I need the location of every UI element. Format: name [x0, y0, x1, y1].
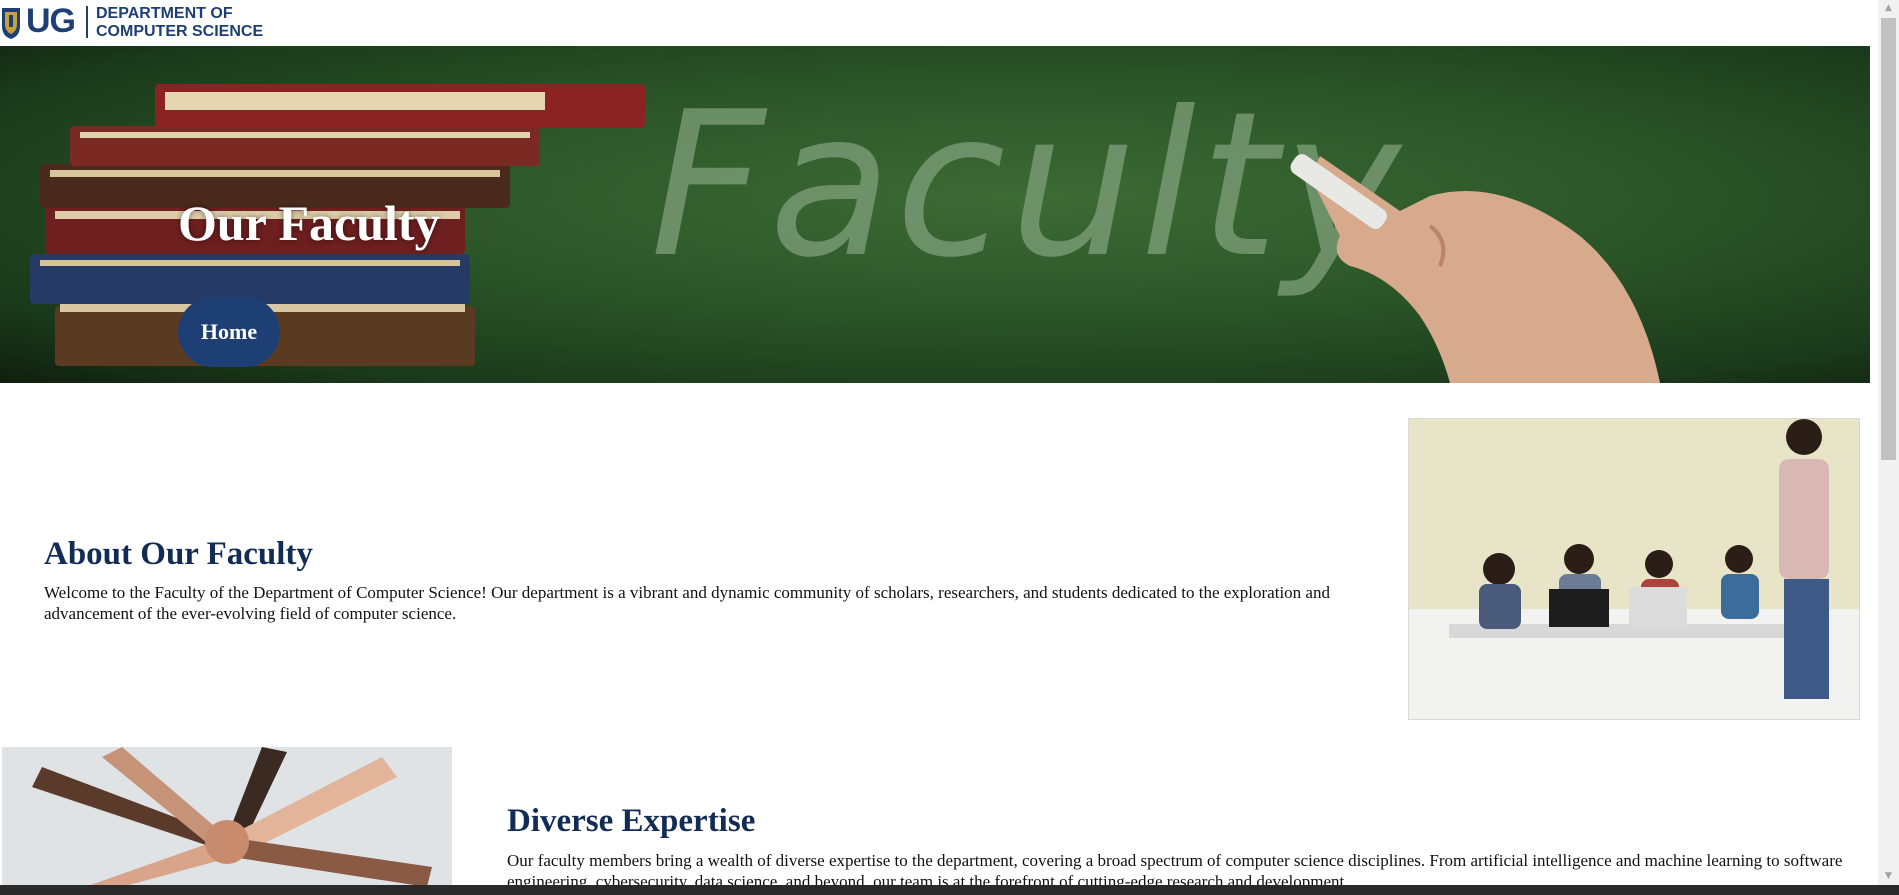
logo-divider: [86, 6, 88, 38]
about-paragraph: Welcome to the Faculty of the Department…: [44, 583, 1330, 623]
logo-line-1: DEPARTMENT OF: [96, 5, 233, 22]
logo-department-name[interactable]: DEPARTMENT OF COMPUTER SCIENCE: [96, 5, 263, 41]
scroll-thumb[interactable]: [1881, 18, 1896, 460]
hand-holding-chalk-image: [1290, 154, 1660, 383]
page-scrollbar[interactable]: ▲ ▼: [1878, 0, 1899, 885]
home-button[interactable]: Home: [178, 297, 280, 367]
team-hands-photo: [2, 747, 452, 895]
page-title: Our Faculty: [178, 195, 440, 251]
about-heading: About Our Faculty: [44, 536, 313, 572]
university-crest-icon[interactable]: [0, 4, 22, 40]
logo-line-2: COMPUTER SCIENCE: [96, 23, 264, 40]
classroom-photo: [1408, 418, 1860, 720]
site-header: UG DEPARTMENT OF COMPUTER SCIENCE: [0, 0, 1870, 46]
logo-ug-text[interactable]: UG: [26, 0, 76, 42]
taskbar-edge: [0, 885, 1899, 895]
hero-banner: Faculty Our Faculty Home: [0, 46, 1870, 383]
diverse-heading: Diverse Expertise: [507, 803, 756, 839]
scroll-down-arrow-icon[interactable]: ▼: [1878, 868, 1899, 885]
scroll-up-arrow-icon[interactable]: ▲: [1878, 0, 1899, 17]
